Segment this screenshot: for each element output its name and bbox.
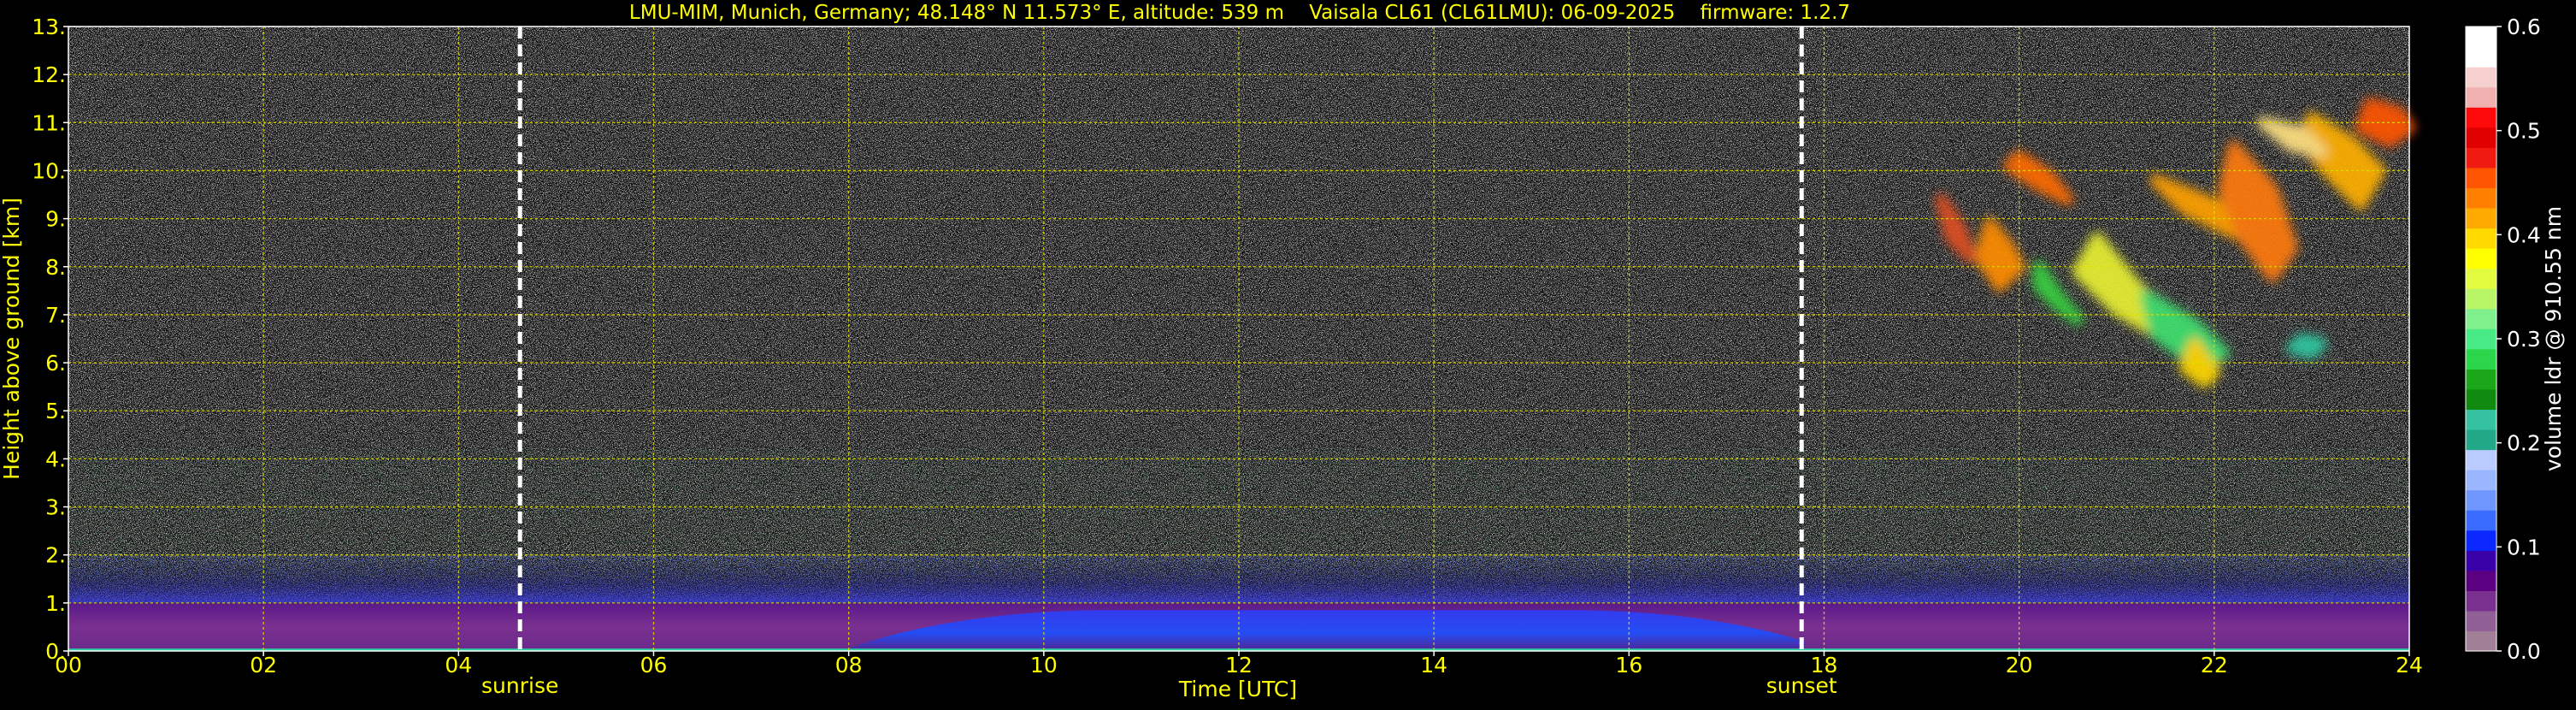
colorbar-tick-label-1: 0.1 bbox=[2507, 535, 2541, 559]
colorbar-segment-13 bbox=[2466, 369, 2496, 390]
x-axis-label: Time [UTC] bbox=[1178, 677, 1297, 701]
colorbar-segment-28 bbox=[2466, 67, 2496, 88]
colorbar-segment-19 bbox=[2466, 248, 2496, 269]
y-tick-label-3: 3. bbox=[45, 495, 66, 520]
colorbar-segment-20 bbox=[2466, 228, 2496, 249]
x-tick-label-10: 20 bbox=[2006, 653, 2033, 677]
colorbar-segment-17 bbox=[2466, 288, 2496, 310]
y-tick-label-0: 0. bbox=[45, 639, 66, 664]
x-tick-label-3: 06 bbox=[640, 653, 668, 677]
colorbar-segment-15 bbox=[2466, 328, 2496, 350]
marker-label-sunrise: sunrise bbox=[481, 673, 558, 698]
colorbar-tick-label-3: 0.3 bbox=[2507, 327, 2541, 352]
chart-title: LMU-MIM, Munich, Germany; 48.148° N 11.5… bbox=[629, 2, 1850, 24]
colorbar-segment-11 bbox=[2466, 409, 2496, 430]
x-tick-label-8: 16 bbox=[1615, 653, 1642, 677]
colorbar-segment-18 bbox=[2466, 268, 2496, 289]
x-tick-label-12: 24 bbox=[2396, 653, 2423, 677]
colorbar-segment-0 bbox=[2466, 630, 2496, 652]
y-axis-label: Height above ground [km] bbox=[0, 198, 24, 480]
x-tick-label-4: 08 bbox=[835, 653, 863, 677]
cloud-blob-12 bbox=[2286, 333, 2328, 359]
y-tick-label-5: 5. bbox=[45, 399, 66, 423]
colorbar-tick-label-6: 0.6 bbox=[2507, 15, 2541, 39]
colorbar-segment-26 bbox=[2466, 107, 2496, 128]
colorbar-segment-12 bbox=[2466, 388, 2496, 411]
colorbar-segment-5 bbox=[2466, 530, 2496, 551]
y-tick-label-11: 11. bbox=[32, 110, 66, 135]
colorbar-segment-2 bbox=[2466, 590, 2496, 612]
y-tick-label-7: 7. bbox=[45, 303, 66, 328]
chart-svg: sunrise sunset 00 02 04 06 08 10 12 14 16 18 20 22 24… bbox=[0, 2, 2566, 701]
colorbar-segment-9 bbox=[2466, 449, 2496, 470]
colorbar-tick-label-4: 0.4 bbox=[2507, 222, 2541, 247]
colorbar-segment-3 bbox=[2466, 570, 2496, 591]
colorbar-tick-label-2: 0.2 bbox=[2507, 431, 2541, 456]
colorbar-segment-8 bbox=[2466, 470, 2496, 491]
colorbar-segment-22 bbox=[2466, 187, 2496, 209]
colorbar-segment-21 bbox=[2466, 207, 2496, 229]
colorbar-segment-23 bbox=[2466, 167, 2496, 188]
colorbar-tick-label-5: 0.5 bbox=[2507, 119, 2541, 144]
colorbar-segment-7 bbox=[2466, 489, 2496, 511]
x-tick-label-5: 10 bbox=[1030, 653, 1058, 677]
y-tick-label-10: 10. bbox=[32, 158, 66, 183]
colorbar-segment-4 bbox=[2466, 550, 2496, 571]
colorbar-segment-27 bbox=[2466, 86, 2496, 108]
x-tick-label-7: 14 bbox=[1420, 653, 1447, 677]
x-tick-label-9: 18 bbox=[1811, 653, 1838, 677]
colorbar-segment-30 bbox=[2466, 27, 2496, 48]
colorbar-segment-16 bbox=[2466, 308, 2496, 329]
x-tick-label-1: 02 bbox=[250, 653, 277, 677]
y-tick-label-2: 2. bbox=[45, 543, 66, 568]
colorbar-segment-24 bbox=[2466, 147, 2496, 169]
colorbar-segment-25 bbox=[2466, 127, 2496, 148]
x-tick-label-6: 12 bbox=[1225, 653, 1253, 677]
colorbar-segment-29 bbox=[2466, 46, 2496, 68]
colorbar: 0.0 0.1 0.2 0.3 0.4 0.5 0.6 bbox=[2465, 15, 2541, 664]
y-tick-label-1: 1. bbox=[45, 591, 66, 616]
ceilometer-chart: sunrise sunset 00 02 04 06 08 10 12 14 16 18 20 22 24… bbox=[0, 0, 2576, 707]
colorbar-segment-14 bbox=[2466, 348, 2496, 370]
y-tick-label-9: 9. bbox=[45, 207, 66, 232]
y-tick-label-6: 6. bbox=[45, 351, 66, 376]
colorbar-segment-1 bbox=[2466, 610, 2496, 632]
y-tick-label-4: 4. bbox=[45, 447, 66, 471]
y-tick-label-8: 8. bbox=[45, 255, 66, 280]
colorbar-segment-6 bbox=[2466, 510, 2496, 531]
colorbar-segment-10 bbox=[2466, 429, 2496, 451]
colorbar-label: volume ldr @ 910.55 nm bbox=[2541, 206, 2566, 471]
x-tick-label-2: 04 bbox=[445, 653, 472, 677]
y-tick-label-13: 13. bbox=[32, 15, 66, 39]
x-tick-label-11: 22 bbox=[2201, 653, 2228, 677]
colorbar-tick-label-0: 0.0 bbox=[2507, 639, 2541, 664]
y-tick-label-12: 12. bbox=[32, 62, 66, 87]
